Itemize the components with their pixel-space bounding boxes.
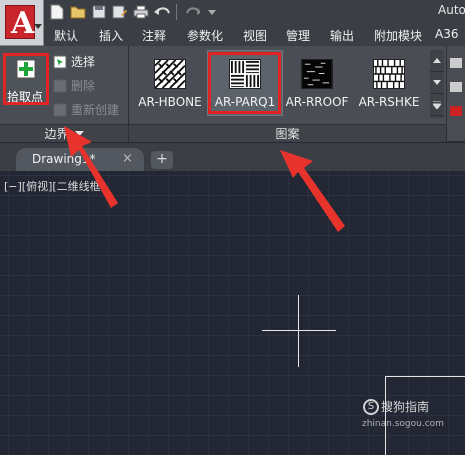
arrow-to-boundary-icon (64, 126, 118, 208)
sogou-logo-icon: S (363, 398, 379, 415)
annotation-arrows (64, 126, 345, 232)
arrow-to-pattern-icon (280, 150, 345, 232)
watermark: S 搜狗指南 (363, 398, 429, 415)
watermark-url: zhinan.sogou.com (362, 419, 444, 429)
